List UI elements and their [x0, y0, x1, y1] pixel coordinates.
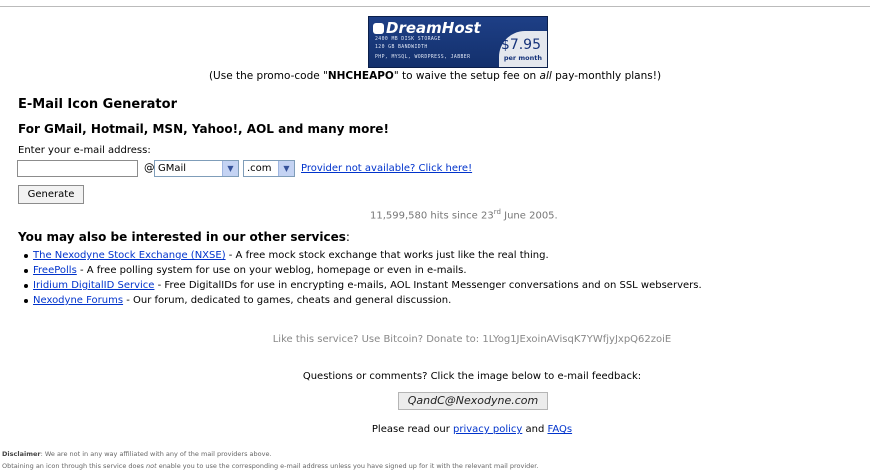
bullet-icon	[24, 269, 28, 273]
banner-spec: PHP, MYSQL, WORDPRESS, JABBER	[375, 55, 471, 60]
services-heading: You may also be interested in our other …	[18, 230, 350, 244]
disclaimer-line-2: Obtaining an icon through this service d…	[2, 462, 539, 470]
page-subtitle: For GMail, Hotmail, MSN, Yahoo!, AOL and…	[18, 122, 389, 136]
service-link-forums[interactable]: Nexodyne Forums	[33, 295, 123, 306]
banner-price: $7.95	[500, 37, 541, 53]
email-label: Enter your e-mail address:	[18, 145, 151, 156]
banner-spec: 120 GB BANDWIDTH	[375, 45, 428, 50]
service-link-freepolls[interactable]: FreePolls	[33, 265, 77, 276]
privacy-policy-link[interactable]: privacy policy	[453, 424, 522, 435]
bitcoin-donation: Like this service? Use Bitcoin? Donate t…	[272, 334, 672, 345]
service-link-iridium[interactable]: Iridium DigitalID Service	[33, 280, 154, 291]
promo-code: NHCHEAPO	[327, 70, 394, 82]
generate-button[interactable]: Generate	[18, 185, 84, 204]
service-link-nxse[interactable]: The Nexodyne Stock Exchange (NXSE)	[33, 250, 226, 261]
provider-not-available-link[interactable]: Provider not available? Click here!	[301, 163, 472, 174]
list-item: FreePolls - A free polling system for us…	[20, 263, 702, 278]
list-item: Nexodyne Forums - Our forum, dedicated t…	[20, 293, 702, 308]
promo-text: (Use the promo-code "NHCHEAPO" to waive …	[208, 70, 662, 82]
banner-per-month: per month	[503, 54, 542, 62]
chevron-down-icon: ▼	[222, 161, 238, 176]
dreamhost-moon-icon	[373, 23, 384, 34]
feedback-email-image[interactable]: QandC@Nexodyne.com	[398, 392, 548, 410]
bullet-icon	[24, 284, 28, 288]
top-divider	[0, 6, 870, 7]
hit-counter: 11,599,580 hits since 23rd June 2005.	[370, 208, 558, 222]
banner-brand: DreamHost	[373, 19, 481, 37]
disclaimer-line-1: Disclaimer: We are not in any way affili…	[2, 450, 272, 458]
feedback-prompt: Questions or comments? Click the image b…	[302, 371, 642, 382]
services-list: The Nexodyne Stock Exchange (NXSE) - A f…	[20, 248, 702, 308]
bullet-icon	[24, 254, 28, 258]
banner-spec: 2400 MB DISK STORAGE	[375, 37, 441, 42]
bullet-icon	[24, 299, 28, 303]
chevron-down-icon: ▼	[278, 161, 294, 176]
list-item: The Nexodyne Stock Exchange (NXSE) - A f…	[20, 248, 702, 263]
at-symbol: @	[144, 162, 155, 174]
dreamhost-ad-banner[interactable]: DreamHost 2400 MB DISK STORAGE 120 GB BA…	[368, 16, 548, 68]
domain-select[interactable]: .com ▼	[243, 160, 295, 177]
email-input[interactable]	[17, 160, 138, 177]
page-title: E-Mail Icon Generator	[18, 97, 177, 112]
provider-select[interactable]: GMail ▼	[154, 160, 239, 177]
privacy-line: Please read our privacy policy and FAQs	[371, 424, 573, 435]
list-item: Iridium DigitalID Service - Free Digital…	[20, 278, 702, 293]
faqs-link[interactable]: FAQs	[547, 424, 572, 435]
